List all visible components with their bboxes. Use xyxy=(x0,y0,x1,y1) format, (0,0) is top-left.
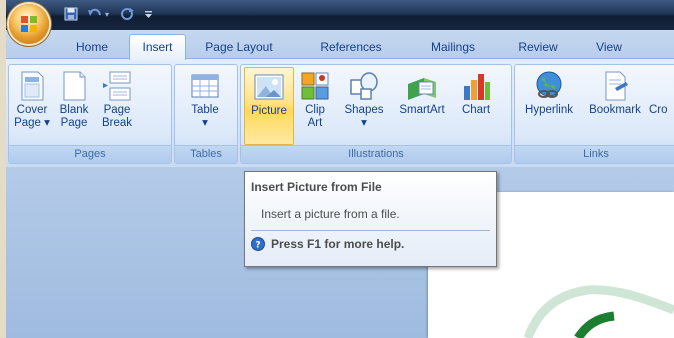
tooltip-help-text: Press F1 for more help. xyxy=(271,237,405,251)
blank-page-icon xyxy=(63,71,86,101)
page-break-label: Page Break xyxy=(101,104,133,129)
tab-home[interactable]: Home xyxy=(66,38,118,58)
links-group: Hyperlink Bookmark Cro Links xyxy=(514,64,674,164)
save-icon[interactable] xyxy=(62,6,80,22)
picture-tooltip: Insert Picture from File Insert a pictur… xyxy=(244,171,497,267)
pages-group: Cover Page ▾ Blank Page Page Break Pages xyxy=(8,64,172,164)
word-window: ▾ Home Insert Page Layout References Mai… xyxy=(6,0,674,338)
hyperlink-button[interactable]: Hyperlink xyxy=(517,67,581,143)
smartart-button[interactable]: SmartArt xyxy=(393,67,451,143)
cross-reference-button[interactable]: Cro xyxy=(649,67,674,143)
page-break-button[interactable]: Page Break xyxy=(97,67,137,143)
tooltip-title: Insert Picture from File xyxy=(251,180,382,194)
bookmark-label: Bookmark xyxy=(589,104,641,116)
clip-art-label: Clip Art xyxy=(305,104,325,129)
tooltip-divider xyxy=(251,230,490,231)
chart-icon xyxy=(464,74,490,100)
shapes-label: Shapes ▾ xyxy=(344,104,384,129)
title-bar: ▾ xyxy=(6,0,674,30)
office-button[interactable] xyxy=(9,4,49,44)
picture-icon xyxy=(254,74,284,100)
shapes-icon xyxy=(350,72,378,100)
tab-review[interactable]: Review xyxy=(510,38,566,58)
clip-art-icon xyxy=(301,72,329,100)
cross-reference-label: Cro xyxy=(649,104,668,116)
hyperlink-icon xyxy=(536,71,562,98)
cover-page-button[interactable]: Cover Page ▾ xyxy=(13,67,51,143)
smartart-label: SmartArt xyxy=(399,104,445,116)
svg-text:?: ? xyxy=(255,241,260,251)
clip-art-button[interactable]: Clip Art xyxy=(297,67,333,143)
pages-group-label: Pages xyxy=(9,145,171,163)
tab-mailings[interactable]: Mailings xyxy=(418,38,488,58)
picture-label: Picture xyxy=(251,105,287,117)
tab-page-layout[interactable]: Page Layout xyxy=(195,38,283,58)
customize-toolbar-icon[interactable] xyxy=(142,6,154,22)
bookmark-icon xyxy=(605,71,628,101)
bookmark-button[interactable]: Bookmark xyxy=(583,67,647,143)
hyperlink-label: Hyperlink xyxy=(525,104,573,116)
blank-page-label: Blank Page xyxy=(59,104,89,129)
illustrations-group: Picture Clip Art Shapes ▾ SmartArt Chart… xyxy=(240,64,512,164)
cover-page-icon xyxy=(21,71,44,101)
tables-group-label: Tables xyxy=(175,145,237,163)
table-button[interactable]: Table ▾ xyxy=(183,67,227,143)
redo-icon[interactable] xyxy=(118,6,136,22)
tables-group: Table ▾ Tables xyxy=(174,64,238,164)
illustrations-group-label: Illustrations xyxy=(241,145,511,163)
smartart-icon xyxy=(408,78,436,100)
picture-button[interactable]: Picture xyxy=(244,67,294,145)
tab-insert[interactable]: Insert xyxy=(129,34,186,60)
tab-references[interactable]: References xyxy=(306,38,396,58)
table-icon xyxy=(191,74,219,98)
undo-dropdown-icon[interactable]: ▾ xyxy=(102,6,112,22)
tooltip-description: Insert a picture from a file. xyxy=(261,207,400,221)
chart-button[interactable]: Chart xyxy=(455,67,497,143)
ribbon-tab-bar: Home Insert Page Layout References Maili… xyxy=(6,30,674,60)
links-group-label: Links xyxy=(515,145,674,163)
office-logo-icon xyxy=(21,16,37,32)
table-label: Table ▾ xyxy=(191,104,219,129)
page-break-icon xyxy=(103,71,131,101)
blank-page-button[interactable]: Blank Page xyxy=(55,67,93,143)
tooltip-help: ? Press F1 for more help. xyxy=(251,237,404,251)
ribbon: Cover Page ▾ Blank Page Page Break Pages… xyxy=(6,58,674,168)
help-icon: ? xyxy=(251,237,265,251)
tab-view[interactable]: View xyxy=(586,38,632,58)
cover-page-label: Cover Page ▾ xyxy=(14,104,50,129)
shapes-button[interactable]: Shapes ▾ xyxy=(339,67,389,143)
chart-label: Chart xyxy=(461,104,491,116)
